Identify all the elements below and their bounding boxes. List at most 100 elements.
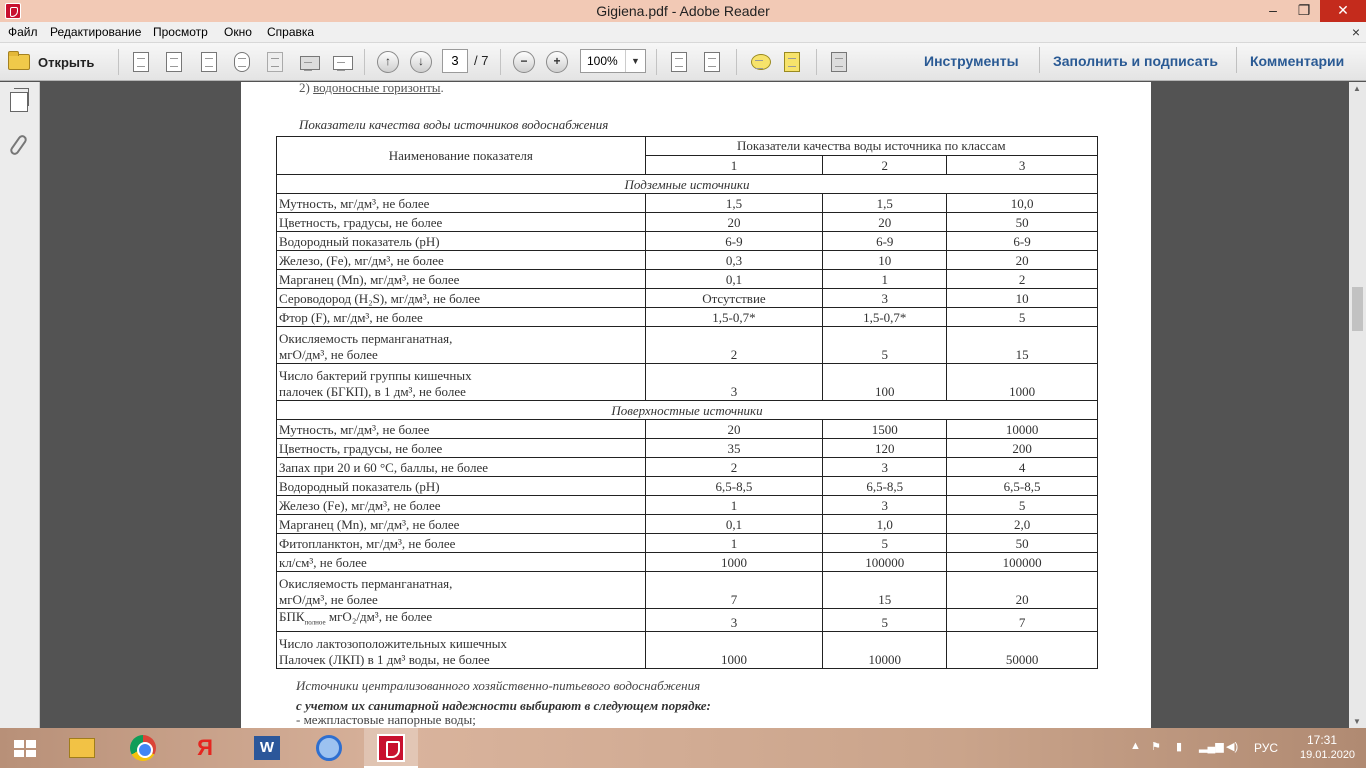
taskbar-word[interactable]: W xyxy=(240,728,294,768)
yandex-browser-icon: Я xyxy=(197,735,213,760)
page-total: / 7 xyxy=(474,53,489,68)
open-button[interactable]: Открыть xyxy=(8,51,94,73)
row-name: Окисляемость перманганатная, мгО/дм³, не … xyxy=(276,571,646,609)
tray-chevron-up-icon[interactable]: ▲ xyxy=(1130,740,1141,752)
row-name: кл/см³, не более xyxy=(276,552,646,572)
close-button[interactable]: ✕ xyxy=(1320,0,1366,22)
cell: Отсутствие xyxy=(644,288,824,308)
top-line-link: водоносные горизонты xyxy=(313,82,441,95)
tray-network-icon[interactable]: ▂▄▆ xyxy=(1199,740,1224,753)
row-name: Сероводород (H₂S), мг/дм³, не более xyxy=(276,288,646,308)
zoom-out-button[interactable]: − xyxy=(513,51,535,73)
row-name-line: палочек (БГКП), в 1 дм³, не более xyxy=(279,384,466,399)
cell: 1,5 xyxy=(822,193,948,213)
tray-flag-icon[interactable]: ⚑ xyxy=(1151,740,1161,753)
clock-date[interactable]: 19.01.2020 xyxy=(1300,749,1355,761)
tray-volume-icon[interactable]: ◀) xyxy=(1226,740,1238,753)
close-document-icon[interactable]: × xyxy=(1352,24,1360,40)
sync-app-icon xyxy=(316,735,342,761)
cell: 1,5 xyxy=(644,193,824,213)
tray-battery-icon[interactable]: ▮ xyxy=(1176,740,1182,753)
row-name: Мутность, мг/дм³, не более xyxy=(276,419,646,439)
menu-edit[interactable]: Редактирование xyxy=(50,25,141,39)
taskbar-chrome[interactable] xyxy=(116,728,170,768)
cell: 15 xyxy=(946,326,1098,364)
cell: 20 xyxy=(946,571,1098,609)
zoom-select[interactable]: 100% ▼ xyxy=(580,49,646,73)
scroll-down-icon[interactable]: ▼ xyxy=(1353,717,1361,726)
menu-window[interactable]: Окно xyxy=(224,25,252,39)
page-thumbnails-icon[interactable] xyxy=(10,88,29,112)
fill-sign-link[interactable]: Заполнить и подписать xyxy=(1053,53,1218,69)
tools-link[interactable]: Инструменты xyxy=(924,53,1019,69)
table-row: Цветность, градусы, не более 35 120 200 xyxy=(276,438,1098,458)
scroll-mode-icon[interactable] xyxy=(668,51,690,73)
clock-time[interactable]: 17:31 xyxy=(1307,733,1337,747)
scroll-up-icon[interactable]: ▲ xyxy=(1353,84,1361,93)
cell: 5 xyxy=(946,307,1098,327)
attachments-icon[interactable] xyxy=(8,133,29,157)
cell: 20 xyxy=(822,212,948,232)
highlight-text-icon[interactable] xyxy=(781,51,803,73)
fit-page-icon[interactable] xyxy=(701,51,723,73)
section-title: Поверхностные источники xyxy=(276,400,1098,420)
row-name: Число бактерий группы кишечных палочек (Б… xyxy=(276,363,646,401)
row-name: Железо, (Fe), мг/дм³, не более xyxy=(276,250,646,270)
row-name-line: Окисляемость перманганатная, xyxy=(279,576,453,591)
restore-button[interactable]: ❐ xyxy=(1289,0,1319,22)
chevron-down-icon[interactable]: ▼ xyxy=(625,50,645,72)
zoom-in-button[interactable]: + xyxy=(546,51,568,73)
toolbar-separator xyxy=(364,49,365,75)
expand-icon[interactable] xyxy=(828,51,850,73)
row-name-part: БПК xyxy=(279,609,305,624)
header-name-col: Наименование показателя xyxy=(276,136,646,175)
toolbar-separator xyxy=(656,49,657,75)
create-pdf-icon[interactable] xyxy=(130,51,152,73)
window-title: Gigiena.pdf - Adobe Reader xyxy=(596,3,770,19)
next-page-button[interactable]: ↓ xyxy=(410,51,432,73)
upload-cloud-icon[interactable] xyxy=(231,51,253,73)
cell: 10 xyxy=(946,288,1098,308)
chrome-icon xyxy=(130,735,156,761)
cell: 1500 xyxy=(822,419,948,439)
cell: 7 xyxy=(644,571,824,609)
table-row: Мутность, мг/дм³, не более 20 1500 10000 xyxy=(276,419,1098,439)
menu-help[interactable]: Справка xyxy=(267,25,314,39)
export-pdf-icon[interactable] xyxy=(163,51,185,73)
row-name: Водородный показатель (pH) xyxy=(276,231,646,251)
print-icon[interactable] xyxy=(297,51,320,73)
taskbar-sync-app[interactable] xyxy=(302,728,356,768)
row-name: Число лактозоположительных кишечных Палоч… xyxy=(276,630,646,669)
menu-file[interactable]: Файл xyxy=(8,25,38,39)
edit-document-icon[interactable] xyxy=(198,51,220,73)
table-row: Фитопланктон, мг/дм³, не более 1 5 50 xyxy=(276,533,1098,553)
cell: 50 xyxy=(946,533,1098,553)
vertical-scrollbar[interactable]: ▲ ▼ xyxy=(1349,82,1366,728)
comments-link[interactable]: Комментарии xyxy=(1250,53,1344,69)
taskbar: Я W ▲ ⚑ ▮ ▂▄▆ ◀) РУС 17:31 19.01.2020 xyxy=(0,728,1366,768)
cell: 3 xyxy=(644,608,824,632)
table-row: Железо (Fe), мг/дм³, не более 1 3 5 xyxy=(276,495,1098,515)
language-indicator[interactable]: РУС xyxy=(1254,741,1278,755)
cell: 1 xyxy=(822,269,948,289)
top-line-suffix: . xyxy=(440,82,444,95)
page-number-input[interactable]: 3 xyxy=(442,49,468,73)
taskbar-explorer[interactable] xyxy=(54,728,108,768)
previous-page-button[interactable]: ↑ xyxy=(377,51,399,73)
start-button[interactable] xyxy=(0,728,54,768)
cell: 2 xyxy=(946,269,1098,289)
email-icon[interactable] xyxy=(330,51,353,73)
cell: 100000 xyxy=(822,552,948,572)
cell: 10,0 xyxy=(946,193,1098,213)
comment-bubble-icon[interactable] xyxy=(748,51,771,73)
word-icon: W xyxy=(254,736,280,760)
menu-view[interactable]: Просмотр xyxy=(153,25,208,39)
minimize-button[interactable]: – xyxy=(1258,0,1288,22)
row-name: Запах при 20 и 60 °С, баллы, не более xyxy=(276,457,646,477)
save-icon[interactable] xyxy=(264,51,286,73)
scrollbar-thumb[interactable] xyxy=(1352,287,1363,331)
taskbar-adobe-reader[interactable] xyxy=(364,728,418,768)
taskbar-yandex[interactable]: Я xyxy=(178,728,232,768)
document-viewport[interactable]: 2) водоносные горизонты. Показатели каче… xyxy=(41,82,1349,728)
row-name: Железо (Fe), мг/дм³, не более xyxy=(276,495,646,515)
